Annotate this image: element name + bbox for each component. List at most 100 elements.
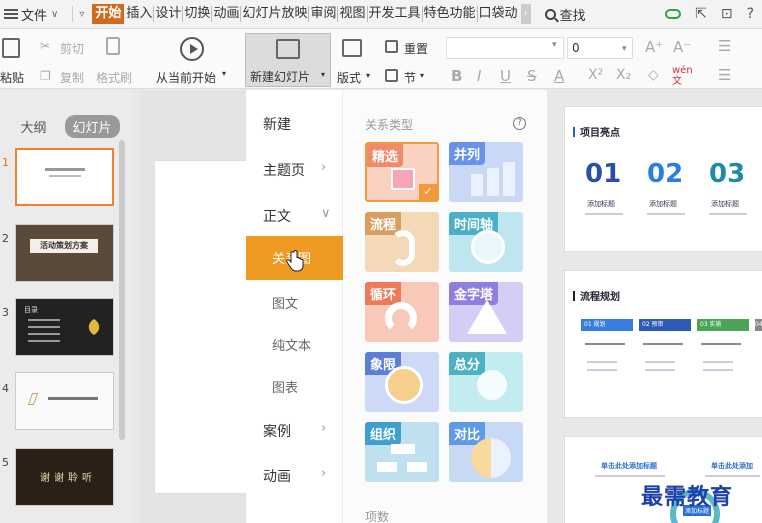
phonetic-guide-icon[interactable]: wén 文 [672, 65, 693, 87]
menu-icon[interactable] [4, 9, 18, 19]
slide-thumbnail-2[interactable]: 活动策划方案 [15, 224, 114, 282]
tab-insert[interactable]: 插入 [125, 6, 155, 22]
font-name-select[interactable]: ▾ [446, 37, 564, 59]
reset-icon[interactable] [385, 40, 398, 53]
card-organization[interactable]: 组织 [365, 422, 439, 482]
card-quadrant[interactable]: 象限 [365, 352, 439, 412]
menu-item-chart[interactable]: 图表 [272, 377, 298, 396]
chevron-down-icon[interactable]: ∨ [51, 9, 58, 20]
preview-text-line [645, 369, 675, 371]
bold-icon[interactable]: B [451, 67, 462, 85]
preview-slide-process[interactable]: 流程规划 01 规划 02 预审 03 实施 04 [564, 270, 762, 418]
help-icon[interactable]: ? [747, 6, 754, 22]
search-button[interactable]: 查找 [544, 5, 586, 24]
layout-button[interactable]: 版式 [337, 69, 361, 86]
preview-text-line [647, 213, 685, 215]
slide-number: 5 [2, 456, 9, 469]
cut-icon[interactable]: ✂ [40, 39, 50, 53]
menu-item-image-text[interactable]: 图文 [272, 293, 298, 312]
preview-text-line [595, 475, 665, 477]
numbered-list-icon[interactable]: ☰ [718, 66, 731, 84]
preview-text-line [585, 213, 623, 215]
italic-icon[interactable]: I [477, 67, 481, 85]
card-process[interactable]: 流程 [365, 212, 439, 272]
card-cycle[interactable]: 循环 [365, 282, 439, 342]
preview-label: 添加标题 [711, 200, 739, 208]
thumb-text-line [28, 319, 60, 321]
preview-text-line [643, 343, 683, 345]
cut-button[interactable]: 剪切 [60, 40, 84, 57]
slide-thumbnail-1[interactable] [15, 148, 114, 206]
more-tabs-icon[interactable]: › [520, 4, 531, 24]
tab-pocket[interactable]: 口袋动 [478, 6, 519, 22]
bullet-list-icon[interactable]: ☰ [718, 37, 731, 55]
from-current-dropdown-icon[interactable]: ▾ [222, 69, 226, 78]
paste-button[interactable]: 粘贴 [0, 69, 24, 86]
tab-home[interactable]: 开始 [92, 4, 125, 24]
preview-text-line [645, 361, 675, 363]
section-dropdown-icon[interactable]: ▾ [420, 71, 424, 80]
layout-dropdown-icon[interactable]: ▾ [366, 71, 370, 80]
menu-item-body[interactable]: 正文 [263, 206, 291, 226]
quick-access-dropdown-icon[interactable]: ▿ [79, 9, 84, 20]
copy-button[interactable]: 复制 [60, 69, 84, 86]
tab-slideshow[interactable]: 幻灯片放映 [241, 6, 310, 22]
menu-item-plain-text[interactable]: 纯文本 [272, 335, 311, 354]
from-current-button[interactable]: 从当前开始 [156, 69, 216, 86]
superscript-icon[interactable]: X² [588, 67, 603, 83]
decrease-font-icon[interactable]: A⁻ [673, 38, 691, 56]
slide-thumbnail-4[interactable] [15, 372, 114, 430]
tab-review[interactable]: 审阅 [309, 6, 339, 22]
card-pyramid[interactable]: 金字塔 [449, 282, 523, 342]
collapse-ribbon-icon[interactable]: ⊡ [721, 6, 733, 22]
font-color-icon[interactable]: A [554, 67, 564, 85]
tab-view[interactable]: 视图 [338, 6, 368, 22]
underline-icon[interactable]: U [500, 67, 511, 85]
slide-number: 3 [2, 306, 9, 319]
menu-item-cases[interactable]: 案例 [263, 421, 291, 441]
reset-button[interactable]: 重置 [404, 40, 428, 57]
strikethrough-icon[interactable]: S [527, 67, 537, 85]
tab-slides[interactable]: 幻灯片 [64, 115, 120, 138]
slides-scrollbar[interactable] [119, 140, 125, 440]
font-size-select[interactable]: 0 ▾ [567, 37, 633, 59]
cloud-sync-icon[interactable] [665, 9, 682, 19]
tab-transition[interactable]: 切换 [183, 6, 213, 22]
gift-box-icon [391, 168, 415, 190]
menu-item-animation[interactable]: 动画 [263, 466, 291, 486]
card-compare[interactable]: 对比 [449, 422, 523, 482]
play-icon[interactable] [180, 37, 204, 61]
menu-item-new[interactable]: 新建 [263, 114, 291, 134]
tab-animation[interactable]: 动画 [212, 6, 242, 22]
increase-font-icon[interactable]: A⁺ [645, 38, 663, 56]
tab-developer[interactable]: 开发工具 [368, 6, 423, 22]
format-painter-button[interactable]: 格式刷 [96, 69, 132, 86]
section-icon[interactable] [385, 69, 398, 82]
file-menu[interactable]: 文件 [21, 5, 47, 24]
preview-slide-highlights[interactable]: 项目亮点 01 02 03 添加标题 添加标题 添加标题 [564, 106, 762, 252]
pyramid-icon [467, 300, 507, 334]
tab-features[interactable]: 特色功能 [423, 6, 478, 22]
format-painter-icon[interactable] [106, 37, 120, 55]
tab-design[interactable]: 设计 [154, 6, 184, 22]
card-featured[interactable]: 精选 ✓ [365, 142, 439, 202]
paste-icon[interactable] [2, 38, 20, 58]
help-icon[interactable]: ? [513, 117, 526, 130]
share-icon[interactable]: ⇱ [695, 6, 707, 22]
compare-pie-icon [471, 438, 511, 478]
slide-thumbnail-3[interactable]: 目录 [15, 298, 114, 356]
chevron-down-icon: ▾ [622, 44, 627, 54]
layout-icon[interactable] [342, 39, 362, 57]
subscript-icon[interactable]: X₂ [616, 67, 631, 83]
section-button[interactable]: 节 [404, 69, 416, 86]
slide-thumbnail-5[interactable]: 谢谢聆听 [15, 448, 114, 506]
clear-format-icon[interactable]: ◇ [648, 67, 659, 83]
card-parallel[interactable]: 并列 [449, 142, 523, 202]
menu-item-theme-page[interactable]: 主题页 [263, 160, 305, 180]
copy-icon[interactable]: ❐ [40, 69, 51, 83]
card-total-sub[interactable]: 总分 [449, 352, 523, 412]
card-timeline[interactable]: 时间轴 [449, 212, 523, 272]
new-slide-button[interactable]: 新建幻灯片 ▾ [245, 33, 331, 87]
tab-outline[interactable]: 大纲 [12, 115, 54, 138]
slide-canvas[interactable] [154, 160, 254, 494]
